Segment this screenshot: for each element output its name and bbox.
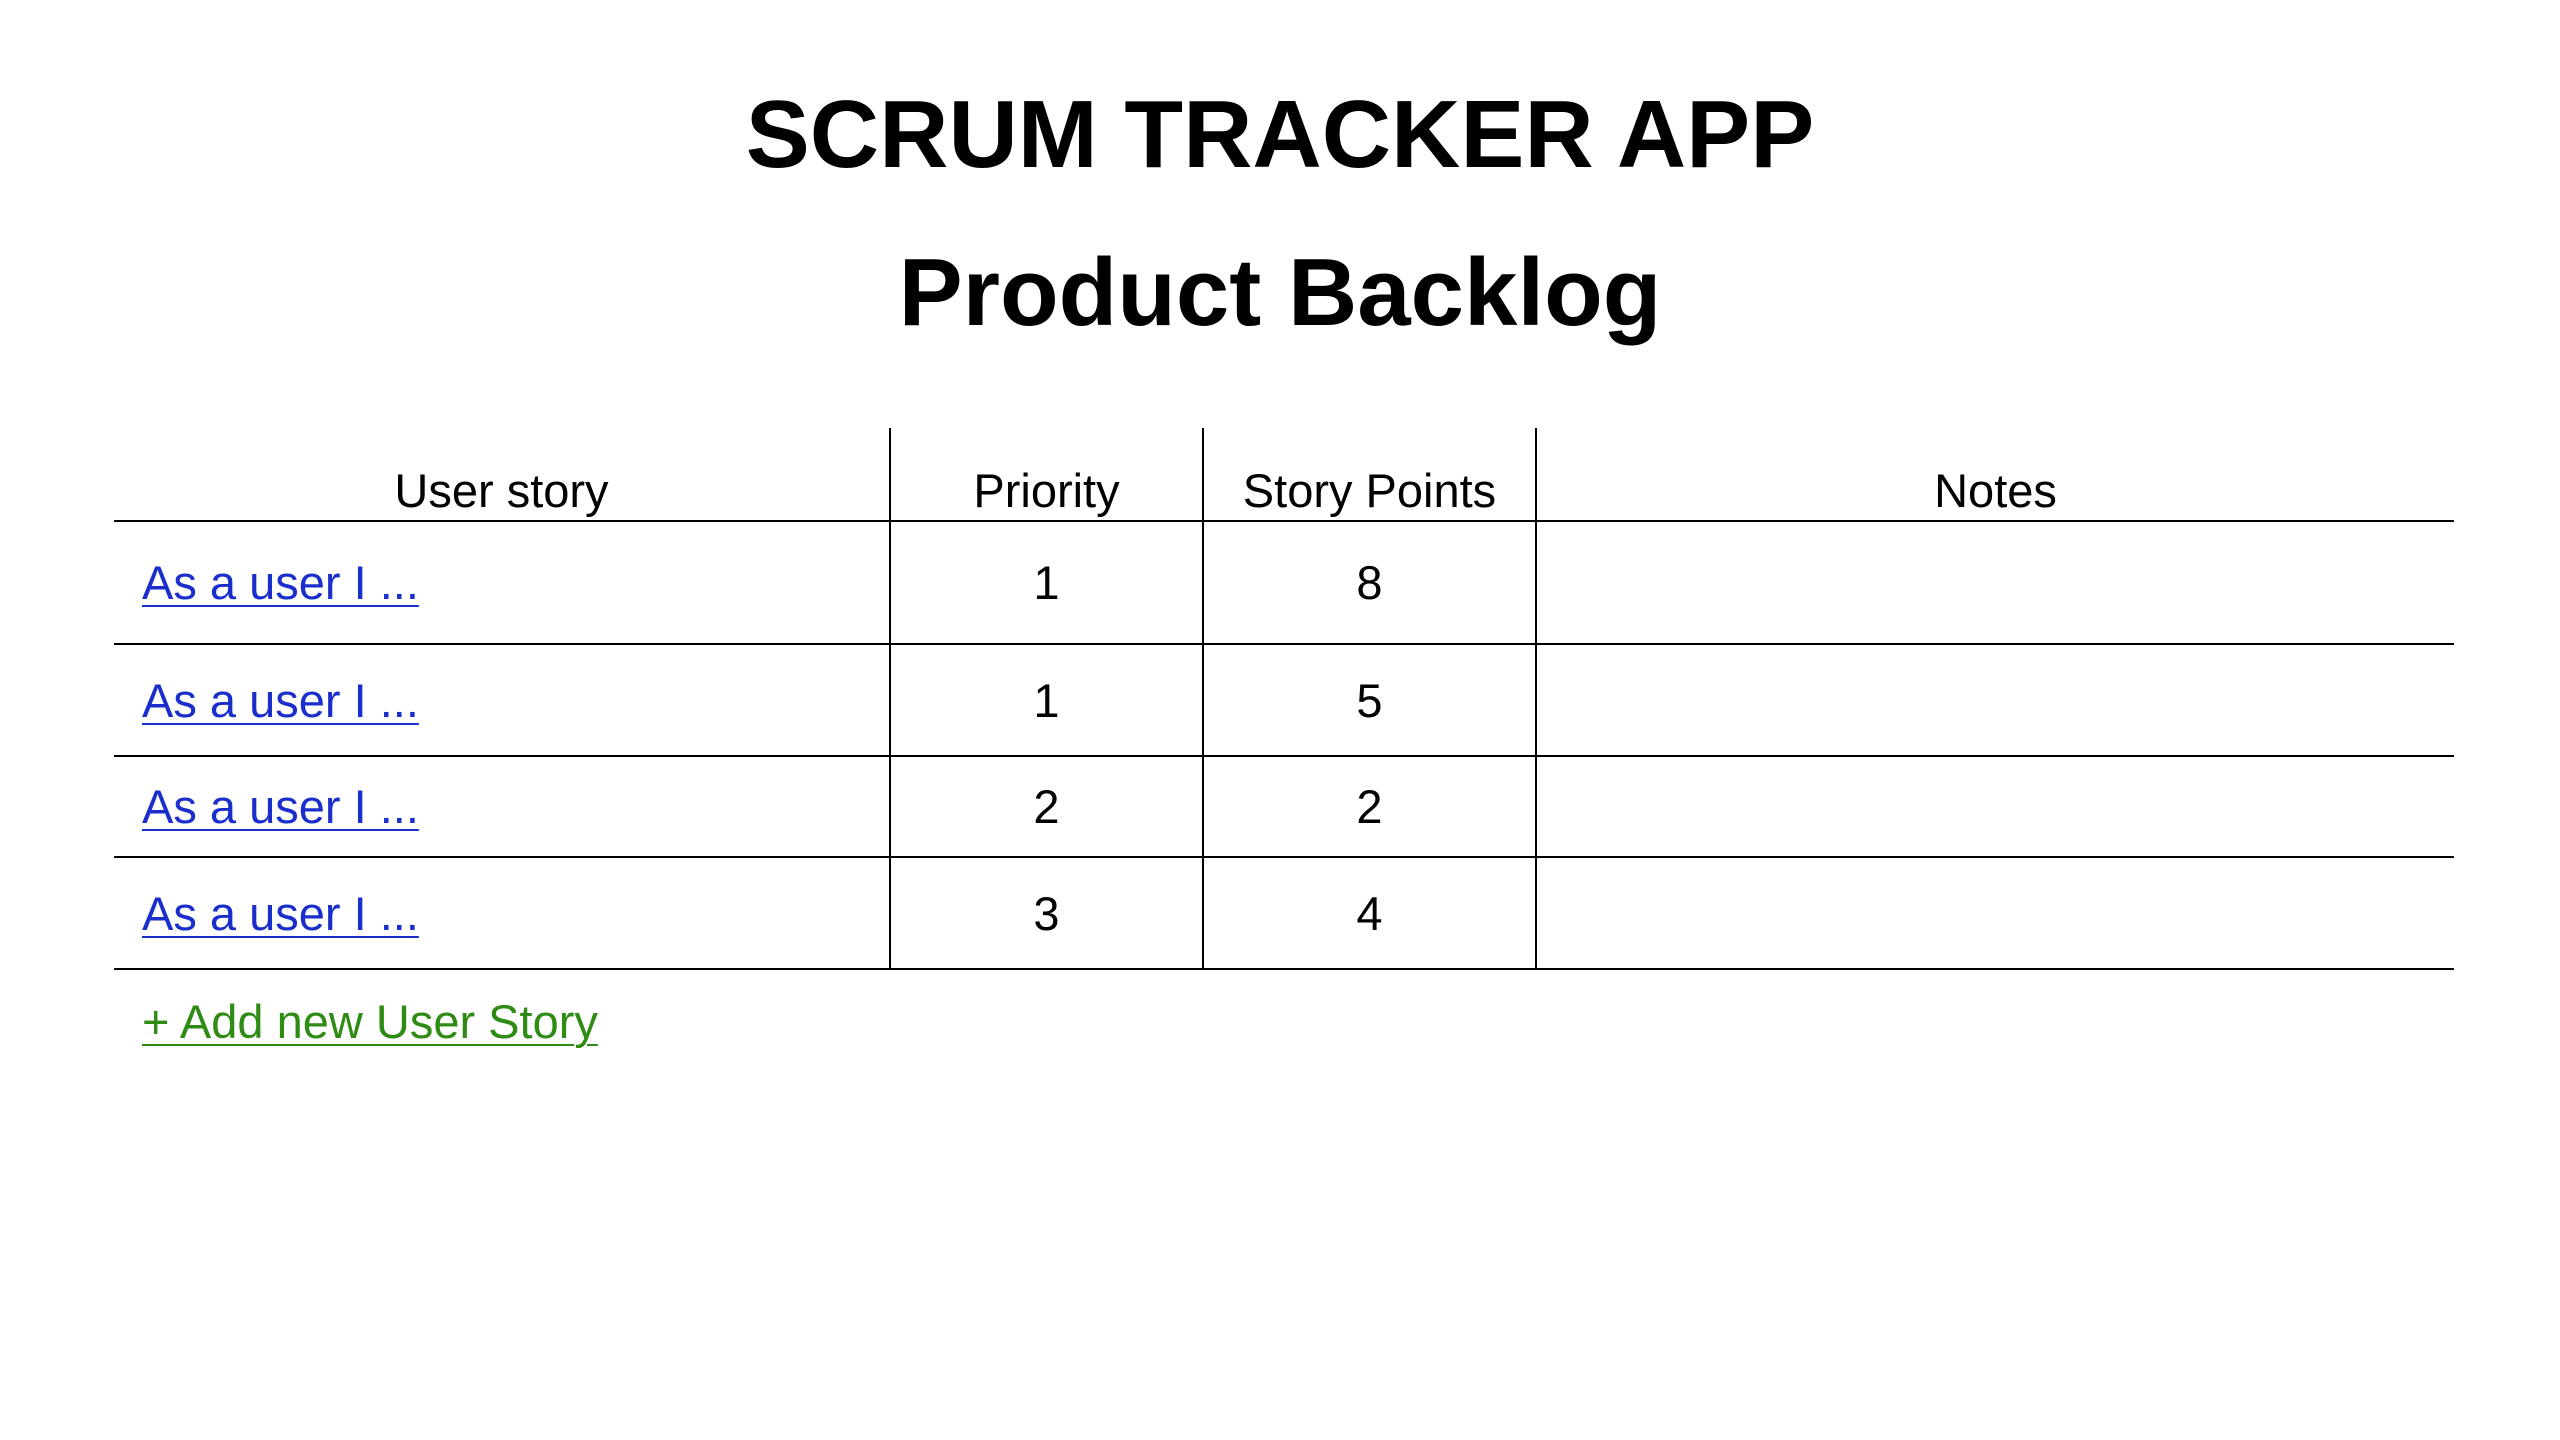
backlog-table: User story Priority Story Points Notes A… [114,428,2454,970]
user-story-cell: As a user I ... [114,756,890,858]
user-story-cell: As a user I ... [114,644,890,757]
priority-cell: 2 [889,756,1203,858]
table-row: As a user I ... 1 8 [114,521,2454,645]
page: SCRUM TRACKER APP Product Backlog User s… [0,0,2560,1440]
user-story-link[interactable]: As a user I ... [142,556,419,609]
page-title: Product Backlog [898,239,1662,346]
story-points-cell: 2 [1202,756,1536,858]
table-header-row: User story Priority Story Points Notes [114,428,2454,522]
user-story-cell: As a user I ... [114,521,890,645]
table-row: As a user I ... 2 2 [114,756,2454,858]
user-story-link[interactable]: As a user I ... [142,887,419,940]
user-story-link[interactable]: As a user I ... [142,674,419,727]
app-title: SCRUM TRACKER APP [745,81,1815,188]
notes-cell[interactable] [1535,857,2454,970]
column-header-notes: Notes [1535,428,2454,522]
column-header-priority: Priority [889,428,1203,522]
story-points-cell: 8 [1202,521,1536,645]
add-user-story-link[interactable]: + Add new User Story [142,994,598,1049]
table-row: As a user I ... 3 4 [114,857,2454,970]
notes-cell[interactable] [1535,521,2454,645]
story-points-cell: 5 [1202,644,1536,757]
notes-cell[interactable] [1535,644,2454,757]
table-row: As a user I ... 1 5 [114,644,2454,757]
column-header-story-points: Story Points [1202,428,1536,522]
priority-cell: 1 [889,521,1203,645]
user-story-cell: As a user I ... [114,857,890,970]
notes-cell[interactable] [1535,756,2454,858]
story-points-cell: 4 [1202,857,1536,970]
priority-cell: 1 [889,644,1203,757]
column-header-user-story: User story [114,428,890,522]
user-story-link[interactable]: As a user I ... [142,780,419,833]
priority-cell: 3 [889,857,1203,970]
